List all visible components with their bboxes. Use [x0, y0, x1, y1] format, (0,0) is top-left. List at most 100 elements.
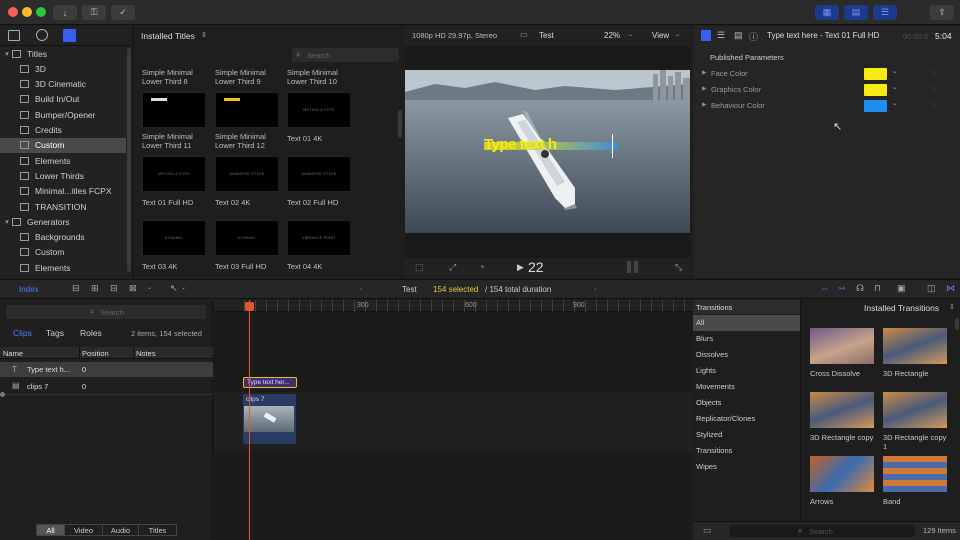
play-icon[interactable]: ▶ [517, 262, 524, 273]
text-inspector-icon[interactable]: ☰ [717, 30, 725, 41]
index-row[interactable]: T Type text h... 0 [0, 362, 213, 377]
keyframe-icon[interactable]: ◇ [930, 100, 936, 109]
solo-icon[interactable]: ☊ [856, 283, 864, 294]
effects-browser-icon[interactable]: ◫ [927, 283, 936, 294]
transition-thumbnail[interactable] [810, 392, 874, 428]
sidebar-item[interactable]: Elements [0, 153, 126, 168]
close-window-button[interactable] [8, 7, 18, 17]
sidebar-item[interactable]: ▾ Titles [0, 46, 126, 61]
index-search-field[interactable]: ⌕ Search [6, 305, 206, 319]
playhead[interactable] [249, 300, 250, 540]
color-chevron-icon[interactable]: ⌄ [892, 67, 898, 75]
sidebar-item[interactable]: Build In/Out [0, 92, 126, 107]
sidebar-item[interactable]: Credits [0, 123, 126, 138]
installed-transitions-title[interactable]: Installed Transitions [864, 303, 939, 313]
transition-thumbnail[interactable] [810, 328, 874, 364]
sidebar-item[interactable]: Custom [0, 137, 126, 153]
sidebar-item[interactable]: 3D Cinematic [0, 77, 126, 92]
speed-icon[interactable]: ◔ [479, 262, 484, 272]
title-thumbnail[interactable]: ANIMATED TITLES [287, 156, 351, 192]
transition-category[interactable]: Objects [693, 395, 800, 411]
transitions-search-field[interactable]: ⌕ Search [730, 525, 915, 537]
transition-category[interactable]: Lights [693, 363, 800, 379]
title-thumbnail[interactable]: DYNAMIC [142, 220, 206, 256]
title-thumbnail[interactable]: ANIMATED TITLES [215, 156, 279, 192]
video-inspector-icon[interactable]: ▤ [734, 30, 743, 41]
transition-category[interactable]: Transitions [693, 443, 800, 459]
back-arrow-icon[interactable]: ‹ [360, 284, 363, 293]
sidebar-item[interactable]: 3D [0, 61, 126, 76]
transition-thumbnail[interactable] [883, 456, 947, 492]
skimming-icon[interactable]: ⇔ [820, 283, 829, 293]
insert-clip-icon[interactable]: ⊞ [91, 283, 99, 294]
title-overlay[interactable]: Type text h [484, 134, 618, 158]
sidebar-item[interactable]: Bumper/Opener [0, 107, 126, 122]
tab-roles[interactable]: Roles [80, 328, 102, 338]
disclosure-triangle-icon[interactable]: ▶ [702, 101, 707, 108]
zoom-window-button[interactable] [36, 7, 46, 17]
col-notes[interactable]: Notes [136, 349, 156, 358]
keywords-button[interactable]: ⚿ [82, 5, 106, 20]
transition-category[interactable]: Dissolves [693, 347, 800, 363]
show-browser-button[interactable]: ▦ [815, 5, 839, 20]
import-button[interactable]: ↓ [53, 5, 77, 20]
share-button[interactable]: ⇧ [930, 5, 954, 20]
transition-category[interactable]: All [693, 315, 800, 331]
transition-category[interactable]: Stylized [693, 427, 800, 443]
disclosure-triangle-icon[interactable]: ▶ [702, 69, 707, 76]
show-inspector-button[interactable]: ☰ [873, 5, 897, 20]
sidebar-item[interactable]: ▾ Generators [0, 214, 126, 229]
disclosure-triangle-icon[interactable]: ▾ [2, 218, 12, 226]
sidebar-toggle-icon[interactable]: ▭ [703, 525, 712, 536]
video-frame[interactable]: Type text h [405, 70, 690, 233]
edit-chevron-icon[interactable]: ⌄ [147, 284, 152, 291]
transitions-scrollbar[interactable] [955, 318, 959, 330]
zoom-chevron-icon[interactable]: ⌄ [628, 31, 633, 38]
libraries-tab-icon[interactable] [8, 30, 20, 41]
select-tool-icon[interactable]: ↖ [170, 283, 178, 294]
connect-clip-icon[interactable]: ⊟ [72, 283, 80, 294]
show-timeline-button[interactable]: ▤ [844, 5, 868, 20]
titles-generators-tab-icon[interactable] [63, 29, 76, 42]
sidebar-item[interactable]: Custom [0, 245, 126, 260]
zoom-level[interactable]: 22% [604, 31, 620, 40]
col-position[interactable]: Position [82, 349, 109, 358]
keyframe-icon[interactable]: ◇ [930, 84, 936, 93]
color-swatch[interactable] [864, 84, 887, 96]
title-thumbnail[interactable]: MOTION & FCPX [142, 156, 206, 192]
sidebar-item[interactable]: Elements [0, 260, 126, 275]
view-menu[interactable]: View [652, 31, 669, 40]
transition-category[interactable]: Wipes [693, 459, 800, 475]
disclosure-triangle-icon[interactable]: ▶ [702, 85, 707, 92]
transition-category[interactable]: Replicator/Clones [693, 411, 800, 427]
transition-thumbnail[interactable] [883, 328, 947, 364]
fullscreen-icon[interactable]: ⤡ [675, 262, 682, 273]
title-clip[interactable]: Type text her... [243, 377, 297, 388]
title-thumbnail[interactable]: DYNAMIC [215, 220, 279, 256]
index-row[interactable]: ▤ clips 7 0 [0, 379, 213, 394]
transitions-sort-icon[interactable]: ⇕ [949, 303, 955, 311]
browser-scrollbar[interactable] [398, 110, 402, 138]
tab-tags[interactable]: Tags [46, 328, 64, 338]
keyframe-icon[interactable]: ◇ [930, 68, 936, 77]
transition-category[interactable]: Blurs [693, 331, 800, 347]
transition-category[interactable]: Movements [693, 379, 800, 395]
index-tab[interactable]: Index [19, 285, 39, 294]
sort-chevron-icon[interactable]: ⇕ [201, 31, 207, 39]
title-thumbnail[interactable]: VIBRANCE POINT [287, 220, 351, 256]
transitions-browser-icon[interactable]: ⋈ [946, 283, 955, 294]
color-chevron-icon[interactable]: ⌄ [892, 83, 898, 91]
sidebar-item[interactable]: TRANSITION [0, 199, 126, 214]
title-thumbnail[interactable]: MOTION & FCPX [287, 92, 351, 128]
color-chevron-icon[interactable]: ⌄ [892, 99, 898, 107]
disclosure-triangle-icon[interactable]: ▾ [2, 50, 12, 58]
color-swatch[interactable] [864, 68, 887, 80]
photos-audio-tab-icon[interactable] [36, 29, 48, 41]
browser-title[interactable]: Installed Titles [141, 31, 195, 41]
forward-arrow-icon[interactable]: › [594, 284, 597, 293]
title-inspector-icon[interactable] [701, 30, 711, 41]
color-swatch[interactable] [864, 100, 887, 112]
filter-audio[interactable]: Audio [102, 525, 138, 535]
title-thumbnail[interactable] [142, 92, 206, 128]
sidebar-scrollbar[interactable] [127, 48, 131, 272]
